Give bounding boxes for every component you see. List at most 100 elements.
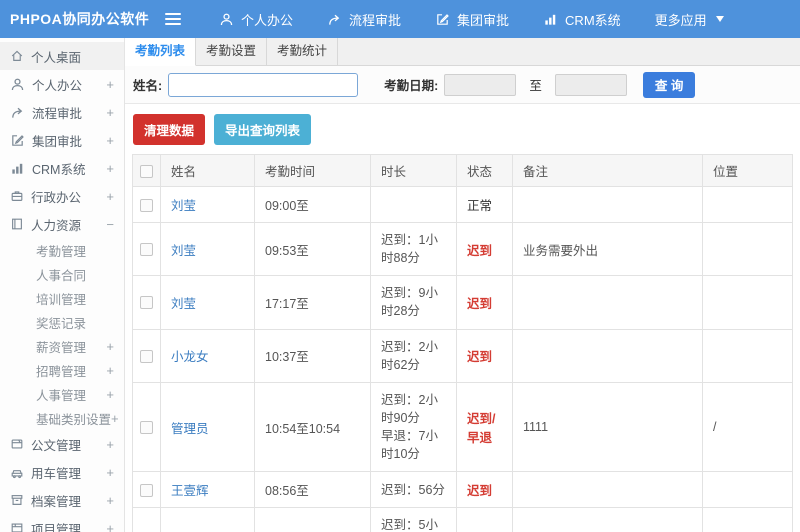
tab-label: 考勤统计 — [277, 44, 328, 58]
query-button[interactable]: 查 询 — [642, 71, 696, 98]
sidebar-subitem-label: 薪资管理 — [36, 340, 87, 355]
tab-2[interactable]: 考勤统计 — [267, 38, 339, 65]
sidebar-subitem-label: 考勤管理 — [36, 244, 87, 259]
expand-icon[interactable]: + — [106, 106, 114, 119]
topnav-item-2[interactable]: 集团审批 — [418, 0, 526, 38]
expand-icon[interactable]: + — [106, 78, 114, 91]
employee-link[interactable]: 刘莹 — [171, 244, 196, 258]
duration-cell: 迟到：1小时88分 — [370, 221, 457, 277]
sidebar-subitem-6-4[interactable]: 薪资管理 + — [0, 334, 124, 358]
sidebar-subitem-6-6[interactable]: 人事管理 + — [0, 382, 124, 406]
table-row: 刘莹 17:17至 迟到：9小时28分 迟到 — [132, 275, 793, 330]
sidebar-item-0[interactable]: 个人桌面 — [0, 42, 124, 70]
tabbar: 考勤列表 考勤设置 考勤统计 — [125, 38, 800, 66]
sidebar-item-5[interactable]: 行政办公 + — [0, 182, 124, 210]
clean-data-button[interactable]: 清理数据 — [133, 114, 206, 145]
row-checkbox[interactable] — [140, 421, 153, 435]
table-row: 王壹辉 08:56至 迟到：56分 迟到 — [132, 471, 793, 509]
expand-icon[interactable]: + — [106, 388, 114, 401]
expand-icon[interactable]: + — [106, 438, 114, 451]
sidebar-subitem-6-7[interactable]: 基础类别设置 + — [0, 406, 124, 430]
duration-cell: 迟到：2小时62分 — [370, 328, 457, 383]
topnav-item-4[interactable]: 更多应用 — [638, 0, 741, 38]
status-badge: 迟到 — [456, 471, 513, 509]
row-checkbox[interactable] — [140, 198, 153, 212]
row-checkbox[interactable] — [140, 296, 153, 310]
location-cell — [702, 275, 793, 330]
sidebar-item-label: 集团审批 — [32, 134, 83, 149]
share-icon — [327, 12, 342, 27]
topnav-item-1[interactable]: 流程审批 — [310, 0, 418, 38]
expand-icon[interactable]: + — [106, 522, 114, 532]
date-from-input[interactable] — [444, 73, 517, 96]
sidebar-item-label: 档案管理 — [31, 494, 82, 509]
status-badge: 迟到/早退 — [456, 507, 513, 532]
sidebar-item-3[interactable]: 集团审批 + — [0, 126, 124, 154]
topnav-item-label: 个人办公 — [241, 12, 294, 28]
row-checkbox[interactable] — [140, 243, 153, 257]
menu-icon[interactable] — [158, 13, 188, 25]
tab-0[interactable]: 考勤列表 — [125, 38, 197, 66]
topnav-item-label: 更多应用 — [654, 12, 707, 28]
sidebar-subitem-label: 基础类别设置 — [36, 412, 112, 427]
table-body: 刘莹 09:00至 正常 刘莹 09:53至 迟到：1小时88分 迟到 业务需要外出 刘莹 17:… — [132, 186, 793, 532]
employee-link[interactable]: 刘莹 — [171, 297, 196, 311]
topnav-item-0[interactable]: 个人办公 — [202, 0, 310, 38]
sidebar-subitem-6-2[interactable]: 培训管理 — [0, 286, 124, 310]
employee-link[interactable]: 王壹辉 — [171, 484, 209, 498]
filterbar: 姓名: 考勤日期: 至 查 询 — [125, 66, 800, 104]
expand-icon[interactable]: + — [106, 494, 114, 507]
table-row: 小龙女 10:37至 迟到：2小时62分 迟到 — [132, 328, 793, 383]
sidebar-item-8[interactable]: 用车管理 + — [0, 458, 124, 486]
select-all-checkbox[interactable] — [140, 164, 153, 178]
expand-icon[interactable]: + — [106, 162, 114, 175]
sidebar-item-label: 个人桌面 — [31, 50, 82, 65]
note-cell — [512, 507, 703, 532]
date-to-input[interactable] — [554, 73, 627, 96]
time-cell: 10:37至 — [254, 328, 371, 383]
sidebar: 个人桌面 个人办公 + 流程审批 + 集团审批 + CRM系统 + 行政办公 + 人力资源 − 考勤管理人… — [0, 38, 125, 532]
sidebar-item-4[interactable]: CRM系统 + — [0, 154, 124, 182]
expand-icon[interactable]: + — [106, 364, 114, 377]
sidebar-item-9[interactable]: 档案管理 + — [0, 486, 124, 514]
name-filter-input[interactable] — [168, 72, 359, 97]
sidebar-item-2[interactable]: 流程审批 + — [0, 98, 124, 126]
sidebar-item-1[interactable]: 个人办公 + — [0, 70, 124, 98]
employee-link[interactable]: 管理员 — [171, 422, 209, 436]
sidebar-subitem-6-5[interactable]: 招聘管理 + — [0, 358, 124, 382]
note-cell: 1111 — [512, 381, 703, 473]
export-list-button[interactable]: 导出查询列表 — [214, 114, 312, 145]
expand-icon[interactable]: + — [106, 340, 114, 353]
employee-link[interactable]: 刘莹 — [171, 199, 196, 213]
note-cell — [512, 186, 703, 223]
table-row: 管理员 10:54至10:54 迟到：2小时90分 早退：7小时10分 迟到/早退 111… — [132, 381, 793, 473]
sidebar-item-6[interactable]: 人力资源 − — [0, 210, 124, 238]
sidebar-item-label: 人力资源 — [31, 218, 82, 233]
expand-icon[interactable]: + — [106, 134, 114, 147]
tab-1[interactable]: 考勤设置 — [196, 38, 268, 65]
date-to-label: 至 — [529, 79, 542, 93]
app-logo: PHPOA协同办公软件 — [10, 11, 150, 27]
sidebar-subitem-label: 人事合同 — [36, 268, 87, 283]
sidebar-subitem-6-1[interactable]: 人事合同 — [0, 262, 124, 286]
employee-link[interactable]: 小龙女 — [171, 350, 209, 364]
topnav: 个人办公 流程审批 集团审批 CRM系统 更多应用 — [202, 0, 741, 38]
row-checkbox[interactable] — [140, 483, 153, 497]
note-cell — [512, 471, 703, 509]
expand-icon[interactable]: − — [106, 218, 114, 231]
location-cell — [702, 221, 793, 277]
sidebar-subitem-6-3[interactable]: 奖惩记录 — [0, 310, 124, 334]
expand-icon[interactable]: + — [106, 466, 114, 479]
time-cell: 08:56至 — [254, 471, 371, 509]
row-checkbox[interactable] — [140, 349, 153, 363]
sidebar-subitem-6-0[interactable]: 考勤管理 — [0, 238, 124, 262]
location-cell: / — [702, 507, 793, 532]
time-cell: 13:20至13:20 — [254, 507, 371, 532]
sidebar-item-10[interactable]: 项目管理 + — [0, 514, 124, 532]
sidebar-item-7[interactable]: 公文管理 + — [0, 430, 124, 458]
expand-icon[interactable]: + — [106, 190, 114, 203]
topnav-item-3[interactable]: CRM系统 — [526, 0, 638, 38]
expand-icon[interactable]: + — [111, 412, 119, 425]
topbar: PHPOA协同办公软件 个人办公 流程审批 集团审批 CRM系统 更多应用 — [0, 0, 800, 38]
sidebar-item-label: 个人办公 — [32, 78, 83, 93]
